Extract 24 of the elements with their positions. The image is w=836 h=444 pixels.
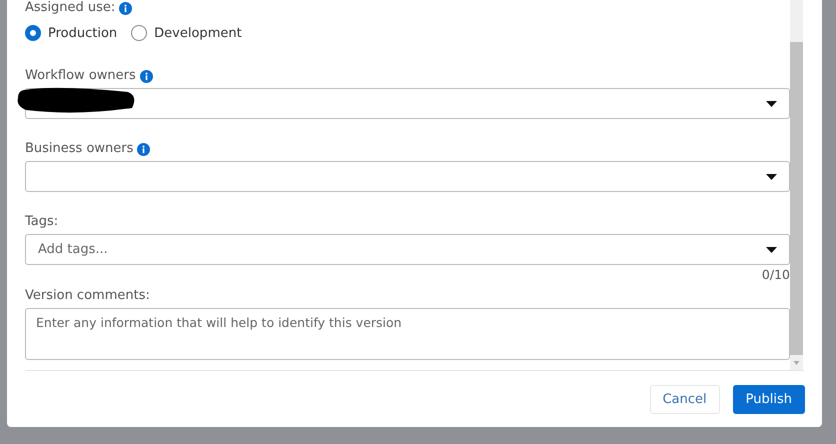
radio-option[interactable]: Development — [131, 25, 242, 41]
caret-icon — [766, 100, 777, 106]
comments-field[interactable]: Enter any information that will help to identify this version — [25, 308, 790, 360]
secondary-button[interactable]: Cancel — [650, 384, 720, 414]
info-icon[interactable] — [119, 2, 132, 14]
caret-icon — [766, 174, 777, 180]
scrollbar-thumb[interactable] — [790, 42, 803, 355]
info-icon[interactable] — [137, 142, 150, 156]
scrollbar[interactable] — [790, 0, 803, 370]
placeholder-text: Add tags... — [38, 242, 108, 257]
field-label: Business owners — [25, 141, 134, 157]
tag-counter: 0/10 — [760, 267, 790, 282]
field-label: Tags: — [25, 214, 58, 230]
radio-option[interactable]: Production — [25, 25, 118, 41]
select-field[interactable] — [25, 161, 790, 192]
primary-button[interactable]: Publish — [732, 384, 805, 414]
field-label: Version comments: — [25, 288, 150, 304]
info-icon[interactable] — [140, 70, 153, 82]
radio-icon[interactable] — [25, 25, 41, 41]
field-label: Assigned use: — [25, 0, 116, 16]
caret-icon — [766, 246, 777, 252]
select-field[interactable]: Add tags... — [25, 234, 790, 265]
radio-icon[interactable] — [131, 25, 148, 41]
field-label: Workflow owners — [25, 68, 136, 84]
